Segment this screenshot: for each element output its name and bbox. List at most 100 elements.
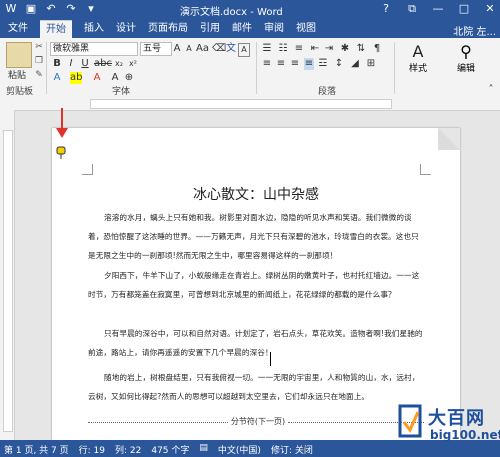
- align-right-icon[interactable]: ≡: [290, 58, 300, 70]
- borders-icon[interactable]: ⊞: [366, 58, 376, 70]
- paste-icon[interactable]: [6, 42, 32, 68]
- editing-button[interactable]: ⚲ 编辑: [446, 42, 486, 82]
- proofing-icon[interactable]: ▤: [199, 443, 208, 456]
- increase-indent-icon[interactable]: ⇥: [324, 43, 334, 55]
- bullets-icon[interactable]: ☰: [262, 43, 272, 55]
- tab-insert[interactable]: 插入: [78, 20, 110, 38]
- align-center-icon[interactable]: ≡: [276, 58, 286, 70]
- ribbon: 粘贴 ✂ ❐ ✎ 剪贴板 微软雅黑 五号 A A Aa ⌫ 文 A B I U …: [0, 38, 500, 97]
- format-painter-icon[interactable]: ✎: [34, 70, 44, 80]
- sort-icon[interactable]: ⇅: [356, 43, 366, 55]
- shrink-font-icon[interactable]: A: [184, 43, 194, 55]
- tab-design[interactable]: 设计: [110, 20, 142, 38]
- section-break-label: 分节符(下一页): [228, 416, 288, 427]
- shading-icon[interactable]: ◢: [350, 58, 360, 70]
- decrease-indent-icon[interactable]: ⇤: [310, 43, 320, 55]
- close-button[interactable]: ✕: [484, 2, 496, 16]
- help-button[interactable]: ?: [380, 2, 392, 16]
- tab-references[interactable]: 引用: [194, 20, 226, 38]
- char-shading-icon[interactable]: A: [110, 72, 120, 84]
- text-cursor: [270, 352, 271, 366]
- group-divider: [394, 42, 395, 94]
- tab-home[interactable]: 开始: [40, 20, 72, 39]
- watermark-name: 大百网: [428, 408, 485, 429]
- bold-icon[interactable]: B: [52, 58, 62, 70]
- tab-page-layout[interactable]: 页面布局: [142, 20, 194, 38]
- horizontal-ruler[interactable]: [0, 96, 500, 111]
- cut-icon[interactable]: ✂: [34, 42, 44, 52]
- text-effects-icon[interactable]: A: [52, 72, 62, 84]
- clear-format-icon[interactable]: ⌫: [212, 43, 226, 55]
- status-column: 列: 22: [114, 446, 142, 456]
- maximize-button[interactable]: □: [458, 2, 470, 16]
- page-curl-decoration: [438, 128, 460, 150]
- copy-icon[interactable]: ❐: [34, 56, 44, 66]
- window-controls: ? ⧉ — □ ✕: [380, 2, 496, 16]
- tab-review[interactable]: 审阅: [258, 20, 290, 38]
- tab-file[interactable]: 文件: [0, 20, 36, 38]
- red-arrow-pointer-icon: [56, 108, 68, 138]
- justify-icon[interactable]: ≡: [304, 58, 314, 70]
- status-page[interactable]: 第 1 页, 共 7 页: [4, 443, 69, 456]
- save-icon[interactable]: ▣: [24, 2, 38, 16]
- document-page[interactable]: 冰心散文：山中杂感 溶溶的水月，螭头上只有她和我。树影里对面水边，隐隐的听见水声…: [52, 128, 460, 440]
- document-title[interactable]: 冰心散文：山中杂感: [52, 184, 460, 204]
- status-revision[interactable]: 修订: 关闭: [271, 443, 313, 456]
- chinese-layout-icon[interactable]: ✱: [340, 43, 350, 55]
- word-logo-icon: W: [5, 2, 17, 15]
- show-marks-icon[interactable]: ¶: [372, 43, 382, 55]
- paragraph-4[interactable]: 随地的岩上，树根盘结里，只有我俯视一切。一一无限的宇宙里，人和物質的山，水，远村…: [88, 368, 424, 406]
- watermark-logo-icon: [398, 404, 422, 438]
- numbering-icon[interactable]: ☷: [278, 43, 288, 55]
- group-divider: [46, 42, 47, 94]
- subscript-icon[interactable]: x₂: [114, 58, 124, 70]
- ribbon-tabs: 文件 开始 插入 设计 页面布局 引用 邮件 审阅 视图 北院 左...: [0, 20, 500, 39]
- collapse-ribbon-icon[interactable]: ˄: [486, 84, 496, 96]
- underline-icon[interactable]: U: [80, 58, 90, 70]
- multilevel-list-icon[interactable]: ≡: [294, 43, 304, 55]
- change-case-icon[interactable]: Aa: [196, 43, 209, 55]
- align-left-icon[interactable]: ≡: [262, 58, 272, 70]
- line-spacing-icon[interactable]: ↕: [334, 58, 344, 70]
- highlight-icon[interactable]: ab: [70, 72, 83, 84]
- vertical-ruler[interactable]: [0, 110, 15, 440]
- char-border-icon[interactable]: A: [238, 43, 250, 57]
- quick-access-toolbar: W ▣ ↶ ↷ ▾: [4, 2, 98, 16]
- undo-icon[interactable]: ↶: [44, 2, 58, 16]
- styles-button[interactable]: A 样式: [400, 42, 436, 82]
- font-size-select[interactable]: 五号: [140, 42, 172, 56]
- phonetic-guide-icon[interactable]: 文: [226, 43, 236, 55]
- paste-button[interactable]: 粘贴: [8, 68, 26, 81]
- font-color-icon[interactable]: A: [92, 72, 102, 84]
- strikethrough-icon[interactable]: abc: [94, 58, 112, 70]
- minimize-button[interactable]: —: [432, 2, 444, 16]
- italic-icon[interactable]: I: [66, 58, 76, 70]
- group-divider: [256, 42, 257, 94]
- paragraph-2[interactable]: 夕阳西下，牛羊下山了，小蚁般缘走在青岩上。绿树丛阴的嫩黄叶子，也衬托红墙边。一一…: [88, 266, 424, 304]
- status-word-count[interactable]: 475 个字: [151, 443, 189, 456]
- status-language[interactable]: 中文(中国): [218, 443, 261, 456]
- enclose-char-icon[interactable]: ⊕: [124, 72, 134, 84]
- redo-icon[interactable]: ↷: [64, 2, 78, 16]
- vertical-ruler-strip: [3, 130, 13, 432]
- user-account[interactable]: 北院 左...: [453, 23, 496, 38]
- styles-icon: A: [412, 42, 424, 61]
- customize-icon[interactable]: ▾: [84, 2, 98, 16]
- paragraph-3[interactable]: 只有早晨的深谷中，可以和自然对语。计划定了，岩石点头，草花欢笑。造物者啊!我们星…: [88, 324, 424, 362]
- distributed-icon[interactable]: ☲: [318, 58, 328, 70]
- header-handle-icon[interactable]: [56, 146, 66, 160]
- superscript-icon[interactable]: x²: [128, 58, 138, 70]
- styles-label: 样式: [408, 64, 427, 74]
- title-bar: W ▣ ↶ ↷ ▾ 演示文档.docx - Word ? ⧉ — □ ✕: [0, 0, 500, 20]
- paragraph-1[interactable]: 溶溶的水月，螭头上只有她和我。树影里对面水边，隐隐的听见水声和笑语。我们微微的谈…: [88, 208, 424, 265]
- tab-view[interactable]: 视图: [290, 20, 322, 38]
- crop-mark: [82, 164, 93, 175]
- grow-font-icon[interactable]: A: [172, 43, 182, 55]
- ribbon-display-button[interactable]: ⧉: [406, 2, 418, 16]
- tab-mailings[interactable]: 邮件: [226, 20, 258, 38]
- binoculars-icon: ⚲: [460, 42, 472, 61]
- ruler-strip: [90, 99, 392, 109]
- font-name-select[interactable]: 微软雅黑: [50, 42, 138, 56]
- watermark-url: big100.net: [430, 428, 500, 442]
- watermark-logo: 大百网 big100.net: [396, 400, 500, 450]
